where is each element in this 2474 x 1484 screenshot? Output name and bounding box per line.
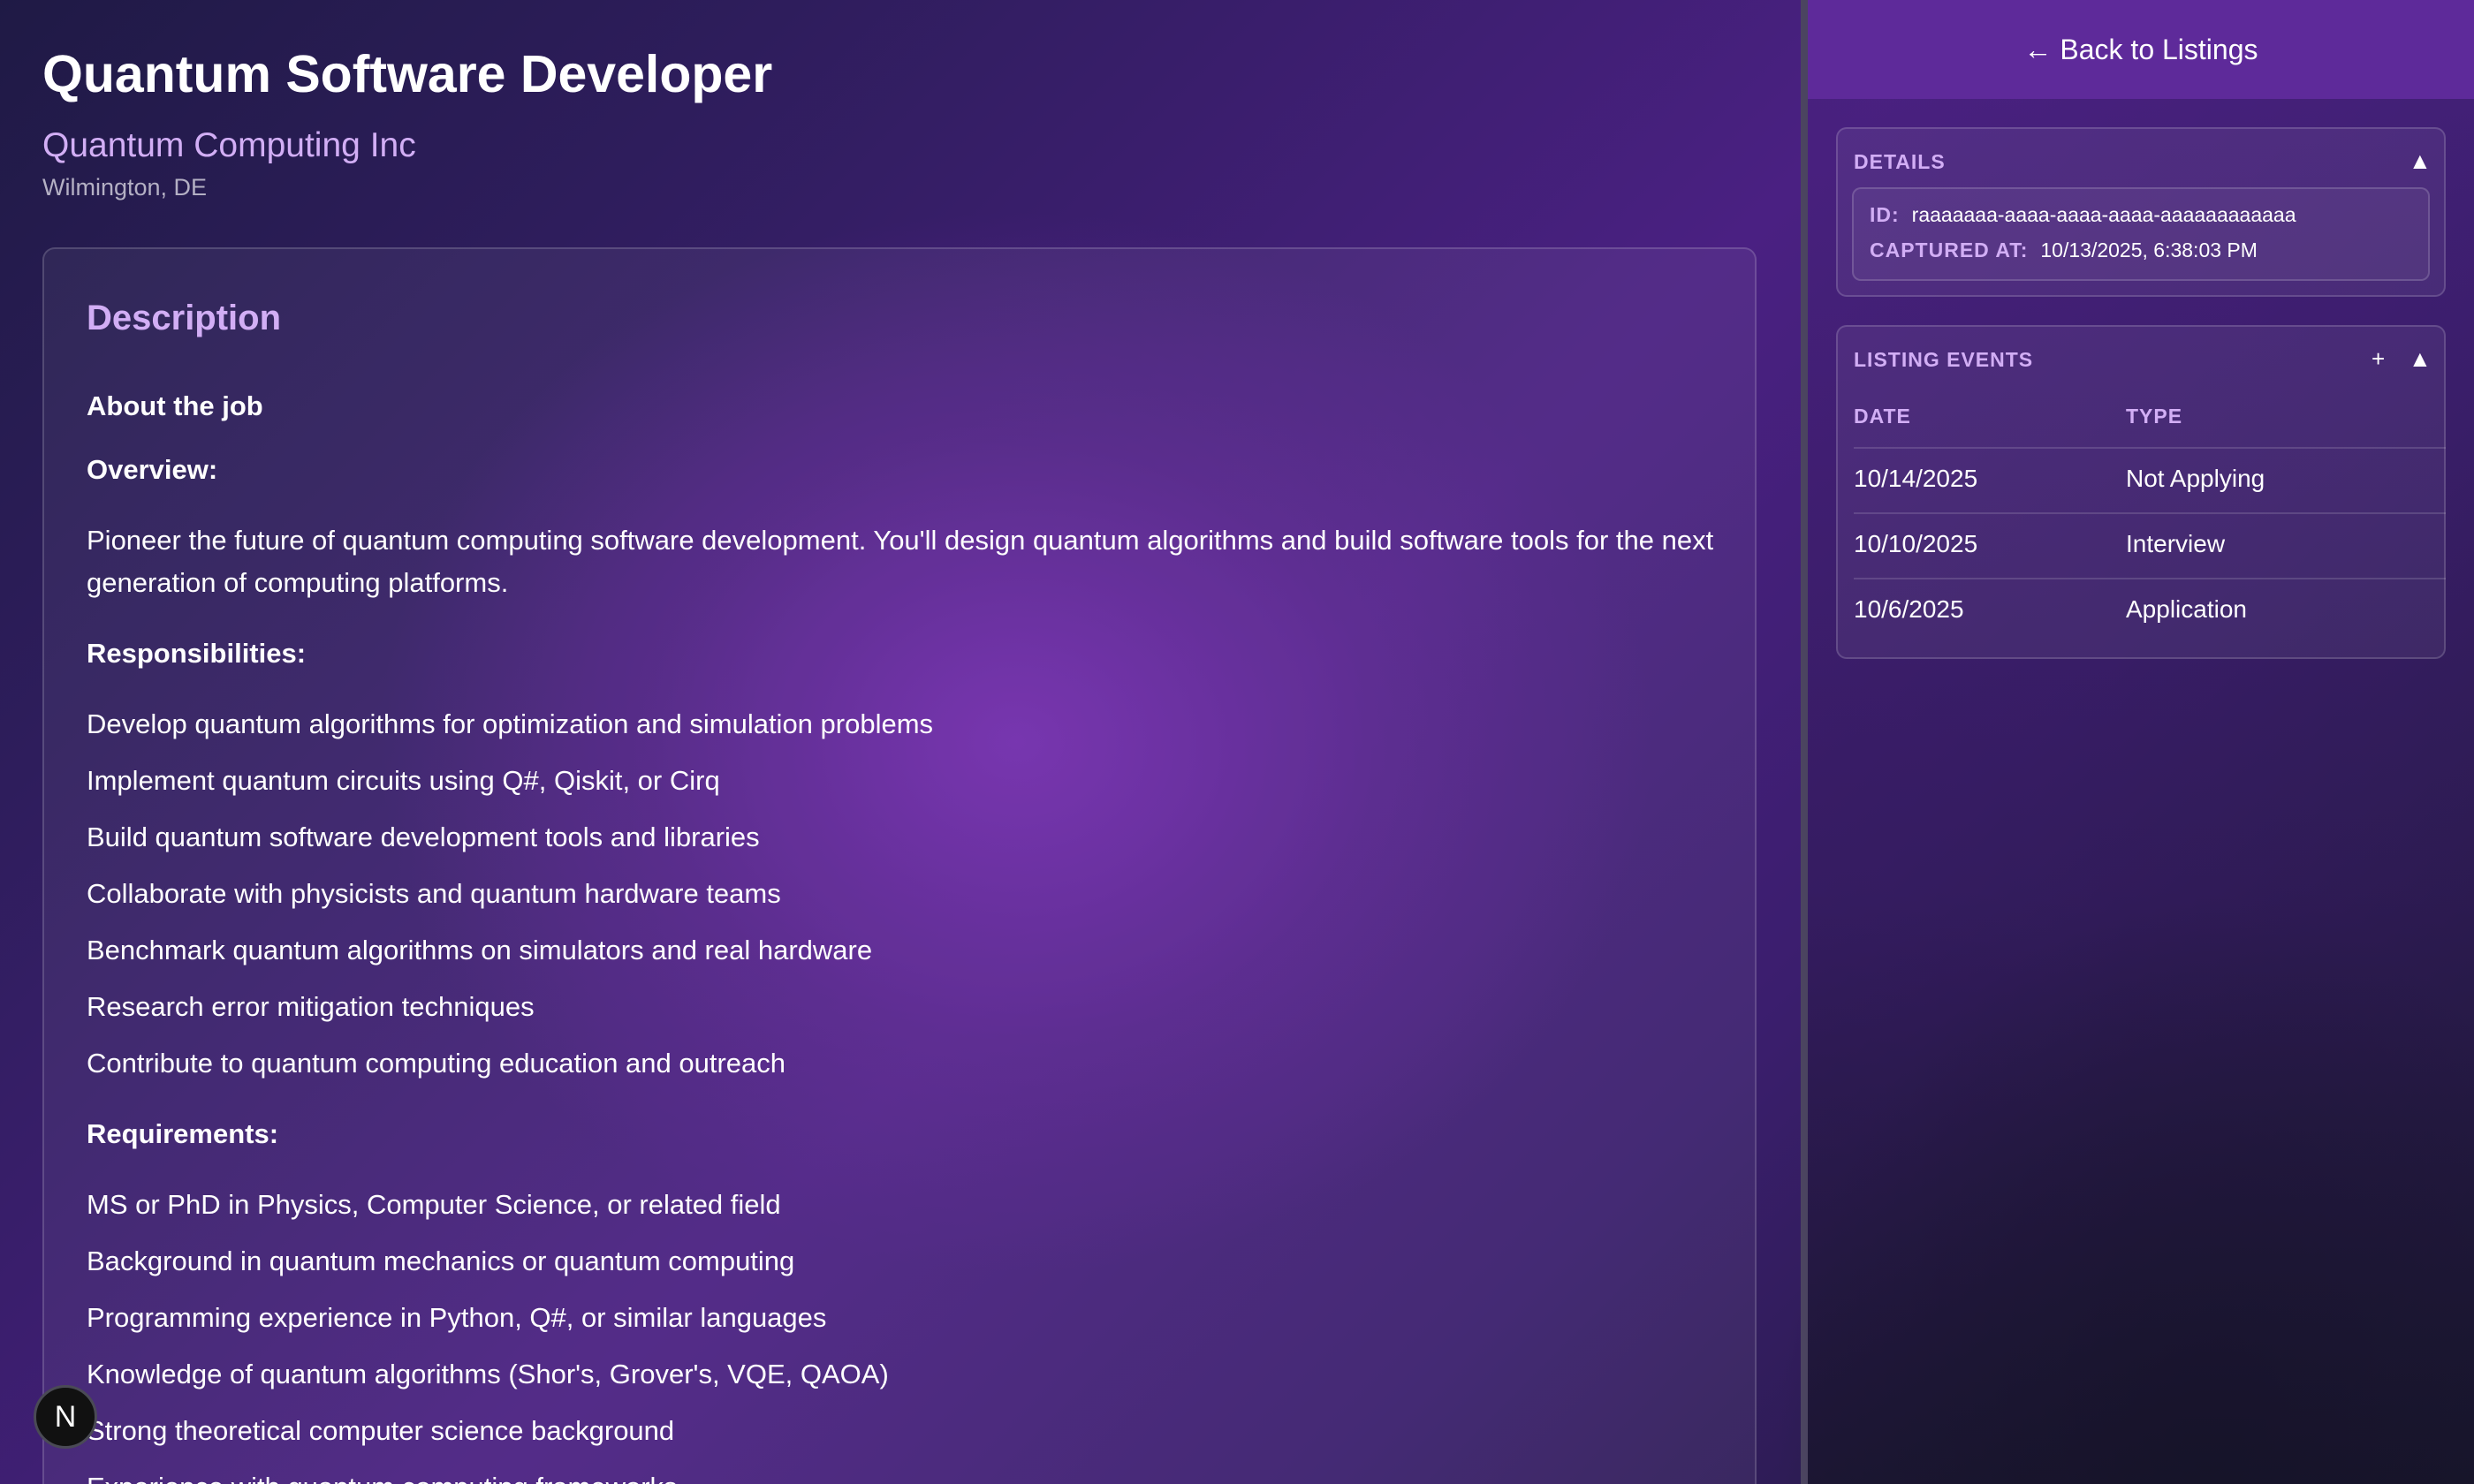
captured-at-label: CAPTURED AT: bbox=[1870, 238, 2029, 261]
listing-events-panel: LISTING EVENTS + ▲ DATE TYPE 10/14/2025 … bbox=[1836, 325, 2446, 659]
dev-tools-badge[interactable]: N bbox=[34, 1385, 97, 1449]
responsibility-item: Develop quantum algorithms for optimizat… bbox=[87, 708, 934, 739]
responsibility-item: Implement quantum circuits using Q#, Qis… bbox=[87, 765, 720, 796]
event-type: Not Applying bbox=[2126, 465, 2265, 492]
event-type: Interview bbox=[2126, 530, 2226, 557]
table-divider bbox=[1854, 447, 2446, 449]
event-date: 10/6/2025 bbox=[1854, 595, 1964, 623]
responsibilities-heading: Responsibilities: bbox=[87, 638, 307, 669]
listing-id-label: ID: bbox=[1870, 203, 1900, 226]
main-content: Quantum Software Developer Quantum Compu… bbox=[0, 0, 1801, 1484]
requirement-item: Background in quantum mechanics or quant… bbox=[87, 1246, 795, 1276]
event-date: 10/10/2025 bbox=[1854, 530, 1978, 557]
responsibility-item: Benchmark quantum algorithms on simulato… bbox=[87, 935, 873, 965]
details-panel: DETAILS ▲ ID: raaaaaaa-aaaa-aaaa-aaaa-aaa… bbox=[1836, 127, 2446, 297]
description-heading: Description bbox=[87, 299, 282, 337]
listing-id-row: ID: raaaaaaa-aaaa-aaaa-aaaa-aaaaaaaaaaaa bbox=[1870, 200, 2296, 230]
requirement-item: Knowledge of quantum algorithms (Shor's,… bbox=[87, 1359, 889, 1389]
sidebar: ← Back to Listings DETAILS ▲ ID: raaaaaaa… bbox=[1808, 0, 2474, 1484]
resize-divider[interactable] bbox=[1801, 0, 1808, 1484]
event-date: 10/14/2025 bbox=[1854, 465, 1978, 492]
requirement-item: Experience with quantum computing framew… bbox=[87, 1466, 678, 1484]
job-title: Quantum Software Developer bbox=[42, 45, 773, 103]
overview-heading: Overview: bbox=[87, 454, 218, 485]
captured-at-row: CAPTURED AT: 10/13/2025, 6:38:03 PM bbox=[1870, 235, 2258, 265]
column-header-type: TYPE bbox=[2126, 405, 2183, 428]
requirement-item: Strong theoretical computer science back… bbox=[87, 1415, 675, 1446]
job-location: Wilmington, DE bbox=[42, 174, 208, 201]
responsibility-item: Collaborate with physicists and quantum … bbox=[87, 878, 781, 909]
table-divider bbox=[1854, 578, 2446, 579]
responsibility-item: Build quantum software development tools… bbox=[87, 822, 760, 852]
captured-at-value: 10/13/2025, 6:38:03 PM bbox=[2040, 238, 2258, 261]
back-to-listings-button[interactable]: ← Back to Listings bbox=[1808, 0, 2474, 99]
add-icon[interactable]: + bbox=[2372, 343, 2385, 375]
collapse-icon[interactable]: ▲ bbox=[2409, 145, 2432, 177]
description-card: Description About the job Overview: Pion… bbox=[42, 247, 1757, 1484]
requirement-item: MS or PhD in Physics, Computer Science, … bbox=[87, 1189, 781, 1220]
listing-events-title: LISTING EVENTS bbox=[1854, 348, 2034, 371]
listing-id-value: raaaaaaa-aaaa-aaaa-aaaa-aaaaaaaaaaaa bbox=[1911, 203, 2296, 226]
details-info-box: ID: raaaaaaa-aaaa-aaaa-aaaa-aaaaaaaaaaaa … bbox=[1852, 187, 2430, 281]
responsibility-item: Contribute to quantum computing educatio… bbox=[87, 1048, 786, 1079]
event-type: Application bbox=[2126, 595, 2247, 623]
collapse-icon[interactable]: ▲ bbox=[2409, 343, 2432, 375]
company-name: Quantum Computing Inc bbox=[42, 126, 416, 164]
requirement-item: Programming experience in Python, Q#, or… bbox=[87, 1302, 827, 1333]
details-title: DETAILS bbox=[1854, 150, 1946, 173]
about-heading: About the job bbox=[87, 390, 263, 421]
overview-text: Pioneer the future of quantum computing … bbox=[87, 525, 1714, 598]
requirements-heading: Requirements: bbox=[87, 1118, 279, 1149]
responsibility-item: Research error mitigation techniques bbox=[87, 991, 535, 1022]
column-header-date: DATE bbox=[1854, 405, 1911, 428]
table-divider bbox=[1854, 512, 2446, 514]
